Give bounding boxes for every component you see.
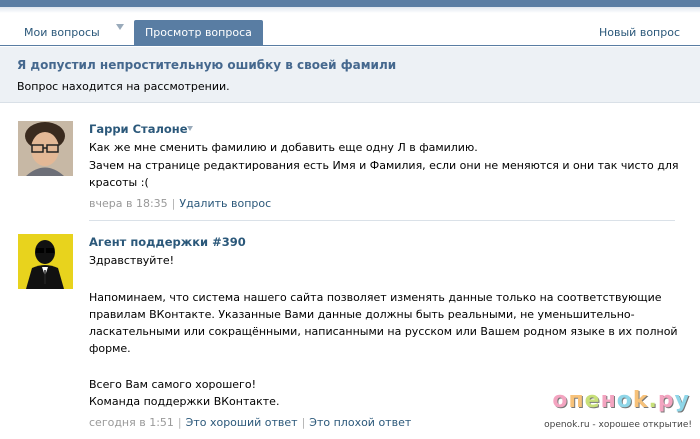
question-header: Я допустил непростительную ошибку в свое… — [0, 47, 700, 103]
support-agent-icon — [18, 234, 73, 289]
message-text-line: Как же мне сменить фамилию и добавить ещ… — [89, 141, 478, 154]
message-text-line: Всего Вам самого хорошего! — [89, 378, 256, 391]
author-menu-caret-icon[interactable] — [187, 126, 193, 131]
message-text-line: Здравствуйте! — [89, 254, 175, 267]
message-meta: вчера в 18:35 | Удалить вопрос — [89, 197, 272, 210]
message-text-line: красоты :( — [89, 176, 149, 189]
question-title: Я допустил непростительную ошибку в свое… — [17, 58, 397, 72]
tab-bar: Мои вопросы Просмотр вопроса Новый вопро… — [0, 14, 700, 46]
watermark-logo: oпeнok.ру — [552, 388, 690, 413]
message-meta: сегодня в 1:51 | Это хороший ответ | Это пло… — [89, 416, 412, 429]
question-status: Вопрос находится на рассмотрении. — [17, 80, 230, 93]
message-text-line: правилам ВКонтакте. Указанные Вами данны… — [89, 308, 635, 321]
message-text-line: ласкательными или сокращёнными, написанн… — [89, 325, 678, 338]
message-text-line: Напоминаем, что система нашего сайта поз… — [89, 291, 662, 304]
watermark-caption: openok.ru - хорошее открытие! — [544, 420, 692, 430]
tab-view-question[interactable]: Просмотр вопроса — [134, 20, 263, 46]
dropdown-arrow-icon[interactable] — [116, 24, 124, 30]
top-header-bar — [0, 0, 700, 7]
good-answer-link[interactable]: Это хороший ответ — [186, 416, 298, 429]
avatar[interactable] — [18, 234, 73, 289]
delete-question-link[interactable]: Удалить вопрос — [179, 197, 271, 210]
message-text-line: форме. — [89, 342, 131, 355]
avatar[interactable] — [18, 121, 73, 176]
new-question-link[interactable]: Новый вопрос — [589, 22, 690, 46]
message-author[interactable]: Гарри Сталоне — [89, 122, 188, 136]
bad-answer-link[interactable]: Это плохой ответ — [309, 416, 411, 429]
tab-my-questions[interactable]: Мои вопросы — [14, 22, 110, 46]
message-time: вчера в 18:35 — [89, 197, 168, 210]
message-time: сегодня в 1:51 — [89, 416, 174, 429]
message-text-line: Зачем на странице редактирования есть Им… — [89, 159, 679, 172]
message-author[interactable]: Агент поддержки #390 — [89, 235, 246, 249]
user-photo-icon — [18, 121, 73, 176]
header-shade — [0, 7, 700, 13]
message-text-line: Команда поддержки ВКонтакте. — [89, 395, 280, 408]
message-divider — [89, 220, 675, 221]
